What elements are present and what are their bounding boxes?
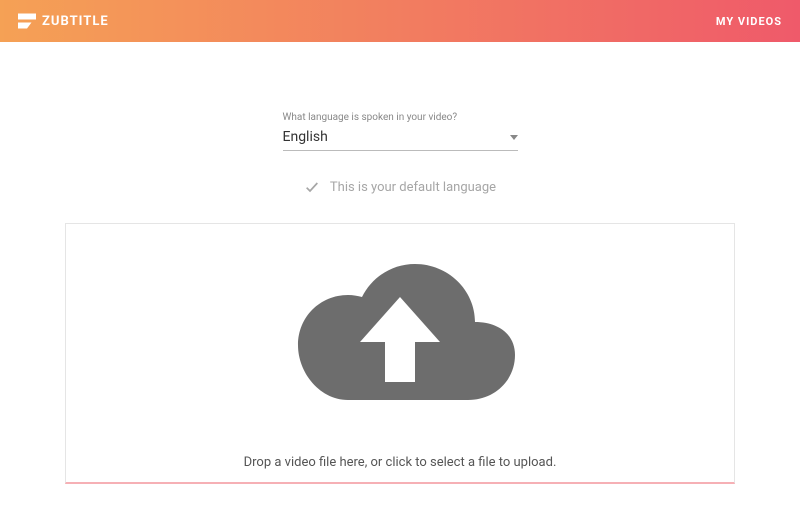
nav-my-videos[interactable]: MY VIDEOS: [716, 15, 782, 28]
default-language-text: This is your default language: [330, 180, 496, 195]
cloud-upload-graphic: [270, 242, 530, 426]
language-prompt-label: What language is spoken in your video?: [283, 112, 518, 123]
app-header: ZUBTITLE MY VIDEOS: [0, 0, 800, 42]
language-select[interactable]: English: [283, 129, 518, 151]
upload-instruction-text: Drop a video file here, or click to sele…: [244, 455, 557, 470]
default-language-row: This is your default language: [304, 179, 496, 195]
cloud-upload-icon: [270, 242, 530, 422]
language-selected-value: English: [283, 129, 328, 145]
brand-logo-icon: [18, 13, 36, 29]
upload-dropzone[interactable]: Drop a video file here, or click to sele…: [65, 223, 735, 484]
brand[interactable]: ZUBTITLE: [18, 13, 109, 29]
chevron-down-icon: [510, 135, 518, 140]
main-content: What language is spoken in your video? E…: [0, 112, 800, 484]
brand-name: ZUBTITLE: [42, 14, 109, 29]
language-field-wrap: What language is spoken in your video? E…: [283, 112, 518, 151]
check-icon: [304, 179, 320, 195]
language-section: What language is spoken in your video? E…: [65, 112, 735, 195]
